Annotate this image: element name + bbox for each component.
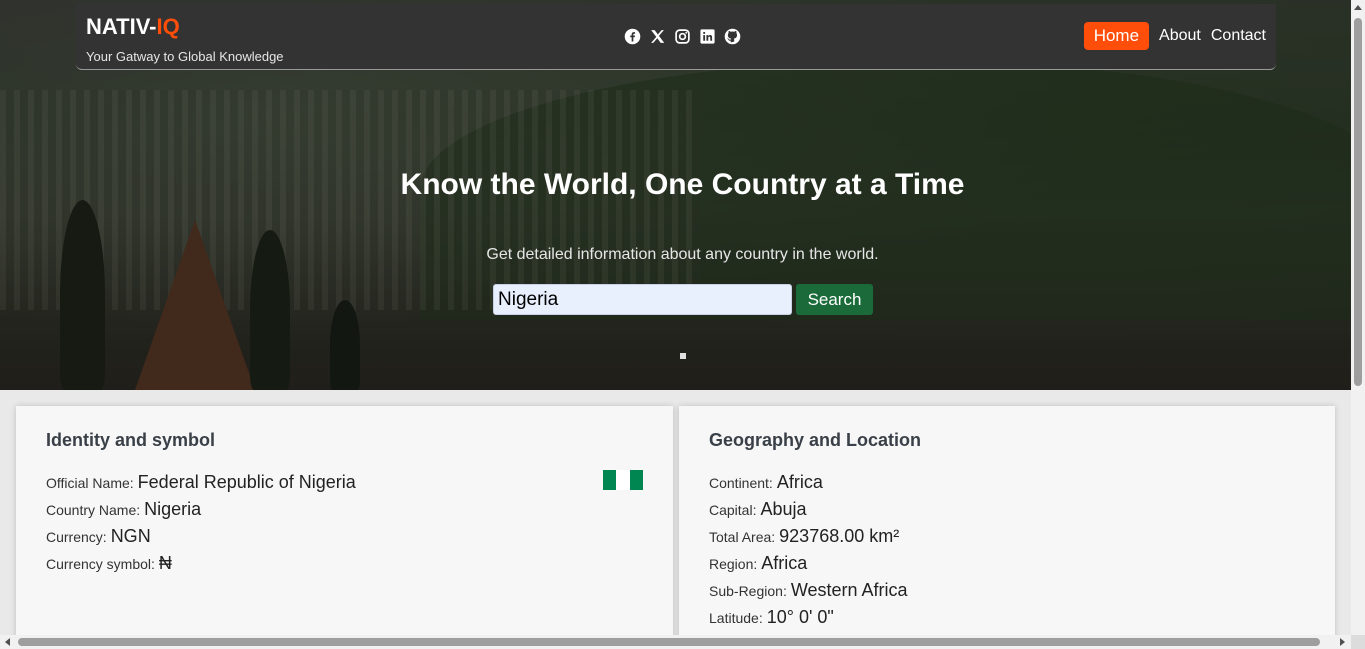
region-value: Africa bbox=[761, 553, 808, 573]
continent-value: Africa bbox=[776, 472, 823, 492]
area-label: Total Area: bbox=[709, 529, 776, 545]
capital-value: Abuja bbox=[760, 499, 807, 519]
official-name-label: Official Name: bbox=[46, 475, 134, 491]
country-name-label: Country Name: bbox=[46, 502, 141, 518]
hero-subtitle: Get detailed information about any count… bbox=[486, 246, 879, 263]
subregion-label: Sub-Region: bbox=[709, 583, 787, 599]
github-icon[interactable] bbox=[724, 28, 741, 45]
vertical-scrollbar[interactable] bbox=[1351, 0, 1365, 635]
identity-heading: Identity and symbol bbox=[46, 430, 216, 450]
latitude-value: 10° 0' 0" bbox=[766, 607, 834, 627]
latitude-row: Latitude: 10° 0' 0" bbox=[709, 607, 908, 634]
geography-card: Geography and Location Continent: Africa… bbox=[679, 406, 1335, 646]
continent-label: Continent: bbox=[709, 475, 773, 491]
currency-symbol-value: ₦ bbox=[158, 553, 172, 573]
horizontal-scrollbar[interactable] bbox=[0, 635, 1351, 649]
instagram-icon[interactable] bbox=[674, 28, 691, 45]
linkedin-icon[interactable] bbox=[699, 28, 716, 45]
nav-about-link[interactable]: About bbox=[1159, 27, 1201, 45]
continent-row: Continent: Africa bbox=[709, 472, 908, 499]
scroll-left-icon[interactable] bbox=[5, 638, 10, 646]
region-row: Region: Africa bbox=[709, 553, 908, 580]
nav-links: Home About Contact bbox=[1083, 22, 1266, 50]
x-icon[interactable] bbox=[649, 28, 666, 45]
identity-card: Identity and symbol Official Name: Feder… bbox=[16, 406, 673, 646]
currency-label: Currency: bbox=[46, 529, 107, 545]
region-label: Region: bbox=[709, 556, 758, 572]
currency-symbol-row: Currency symbol: ₦ bbox=[46, 553, 356, 580]
scroll-right-icon[interactable] bbox=[1340, 638, 1345, 646]
facebook-icon[interactable] bbox=[624, 28, 641, 45]
nav-home-link[interactable]: Home bbox=[1083, 22, 1150, 50]
country-flag bbox=[603, 470, 643, 490]
area-value: 923768.00 km² bbox=[779, 526, 900, 546]
vertical-scroll-thumb[interactable] bbox=[1354, 18, 1362, 386]
scrollbar-corner bbox=[1351, 635, 1365, 649]
hero-title: Know the World, One Country at a Time bbox=[400, 168, 965, 201]
brand-name-accent: IQ bbox=[156, 14, 180, 39]
country-search-input[interactable] bbox=[493, 284, 792, 315]
nav-contact-link[interactable]: Contact bbox=[1211, 27, 1266, 45]
country-name-value: Nigeria bbox=[144, 499, 202, 519]
subregion-row: Sub-Region: Western Africa bbox=[709, 580, 908, 607]
capital-label: Capital: bbox=[709, 502, 757, 518]
official-name-row: Official Name: Federal Republic of Niger… bbox=[46, 472, 356, 499]
area-row: Total Area: 923768.00 km² bbox=[709, 526, 908, 553]
currency-value: NGN bbox=[110, 526, 151, 546]
navbar: NATIV-IQ Your Gatway to Global Knowledge… bbox=[76, 4, 1276, 70]
horizontal-scroll-thumb[interactable] bbox=[18, 638, 1320, 646]
currency-symbol-label: Currency symbol: bbox=[46, 556, 155, 572]
subregion-value: Western Africa bbox=[790, 580, 908, 600]
capital-row: Capital: Abuja bbox=[709, 499, 908, 526]
brand-name: NATIV- bbox=[86, 14, 157, 39]
brand-logo[interactable]: NATIV-IQ bbox=[86, 14, 180, 40]
latitude-label: Latitude: bbox=[709, 610, 763, 626]
brand-tagline: Your Gatway to Global Knowledge bbox=[86, 49, 284, 64]
geography-heading: Geography and Location bbox=[709, 430, 922, 450]
loading-indicator bbox=[680, 353, 686, 359]
social-links bbox=[624, 28, 741, 45]
search-button[interactable]: Search bbox=[796, 284, 873, 315]
currency-row: Currency: NGN bbox=[46, 526, 356, 553]
search-bar: Search bbox=[493, 284, 873, 315]
country-name-row: Country Name: Nigeria bbox=[46, 499, 356, 526]
official-name-value: Federal Republic of Nigeria bbox=[137, 472, 356, 492]
scroll-up-icon[interactable] bbox=[1354, 5, 1362, 10]
